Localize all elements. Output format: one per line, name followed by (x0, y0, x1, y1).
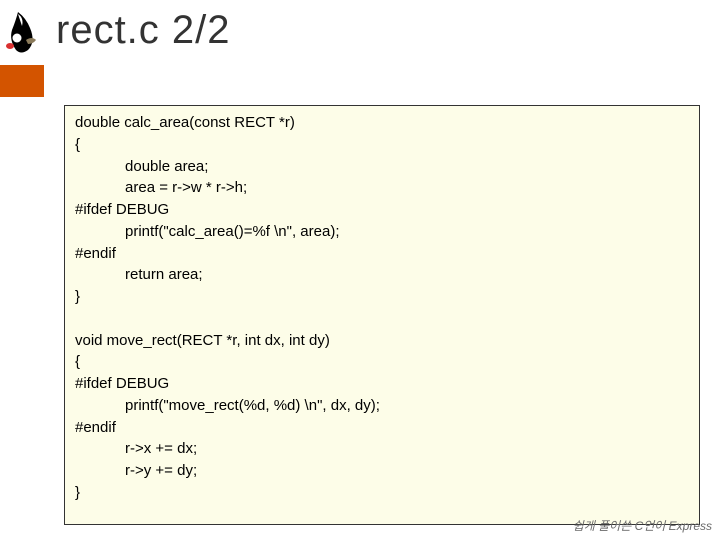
slide: rect.c 2/2 double calc_area(const RECT *… (0, 0, 720, 540)
slide-title: rect.c 2/2 (56, 8, 231, 53)
duke-mascot-icon (6, 10, 40, 56)
code-block: double calc_area(const RECT *r) { double… (64, 105, 700, 525)
footer-text: 쉽게 풀어쓴 C언어 Express (573, 517, 712, 534)
accent-bar (0, 65, 44, 97)
